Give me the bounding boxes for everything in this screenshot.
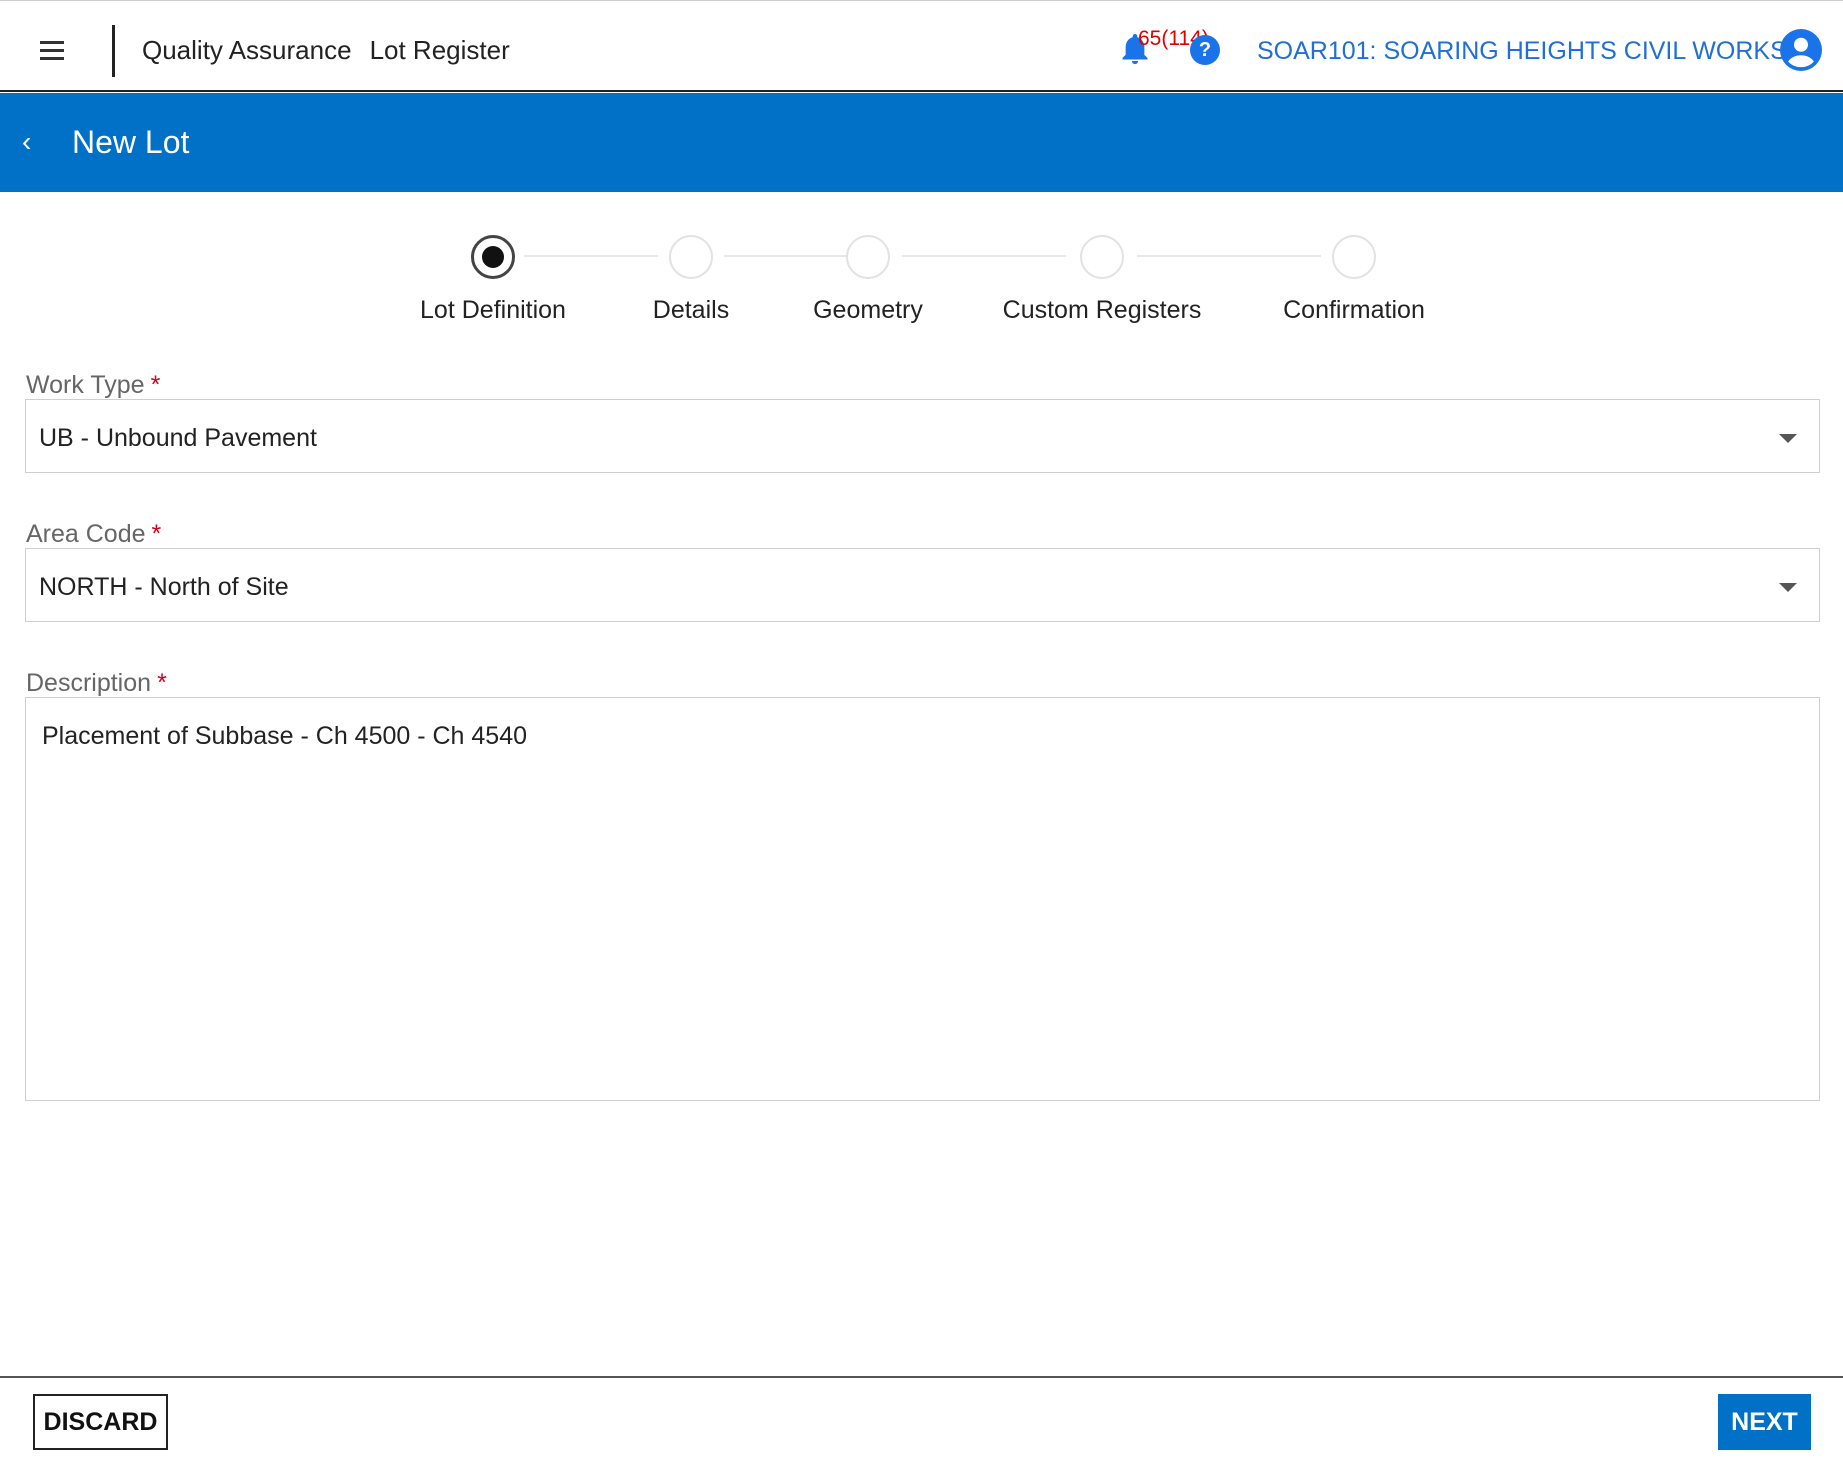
description-label: Description *: [26, 669, 167, 698]
menu-icon[interactable]: [40, 41, 64, 60]
page-title: New Lot: [72, 124, 190, 160]
app-breadcrumb: Quality Assurance Lot Register: [142, 35, 510, 66]
step-connector: [524, 255, 658, 257]
required-marker: *: [157, 669, 167, 697]
description-label-text: Description: [26, 669, 152, 697]
step-confirmation[interactable]: [1332, 235, 1376, 279]
area-code-label: Area Code *: [26, 520, 161, 549]
project-name[interactable]: SOAR101: SOARING HEIGHTS CIVIL WORKS: [1257, 37, 1787, 66]
header-divider: [112, 25, 115, 77]
top-app-bar: Quality Assurance Lot Register 65(114) ? …: [0, 0, 1843, 92]
page-header: [0, 93, 1843, 192]
help-icon[interactable]: ?: [1190, 35, 1220, 65]
dropdown-caret-icon[interactable]: [1779, 434, 1797, 443]
step-connector: [724, 255, 848, 257]
module-title: Quality Assurance: [142, 35, 352, 65]
step-details[interactable]: [669, 235, 713, 279]
footer-bar: [0, 1376, 1843, 1464]
next-button[interactable]: NEXT: [1718, 1394, 1811, 1450]
work-type-label: Work Type *: [26, 371, 160, 400]
required-marker: *: [151, 520, 162, 548]
step-connector: [902, 255, 1066, 257]
step-custom-registers[interactable]: [1080, 235, 1124, 279]
step-geometry[interactable]: [846, 235, 890, 279]
area-code-select[interactable]: NORTH - North of Site: [25, 548, 1820, 622]
work-type-label-text: Work Type: [26, 371, 145, 399]
account-icon[interactable]: [1780, 29, 1822, 71]
step-label-confirmation[interactable]: Confirmation: [1229, 296, 1479, 325]
back-chevron-icon[interactable]: ‹: [22, 126, 31, 158]
section-title: Lot Register: [369, 35, 510, 65]
required-marker: *: [150, 371, 161, 399]
step-lot-definition[interactable]: [471, 235, 515, 279]
area-code-label-text: Area Code: [26, 520, 146, 548]
description-value: Placement of Subbase - Ch 4500 - Ch 4540: [42, 722, 528, 750]
step-label-lot-definition[interactable]: Lot Definition: [393, 296, 593, 325]
discard-button[interactable]: DISCARD: [33, 1394, 168, 1450]
description-textarea[interactable]: Placement of Subbase - Ch 4500 - Ch 4540: [25, 697, 1820, 1101]
work-type-value: UB - Unbound Pavement: [39, 424, 317, 452]
step-label-details[interactable]: Details: [591, 296, 791, 325]
step-connector: [1137, 255, 1321, 257]
work-type-select[interactable]: UB - Unbound Pavement: [25, 399, 1820, 473]
step-label-custom-registers[interactable]: Custom Registers: [977, 296, 1227, 325]
area-code-value: NORTH - North of Site: [39, 573, 289, 601]
dropdown-caret-icon[interactable]: [1779, 583, 1797, 592]
step-label-geometry[interactable]: Geometry: [768, 296, 968, 325]
